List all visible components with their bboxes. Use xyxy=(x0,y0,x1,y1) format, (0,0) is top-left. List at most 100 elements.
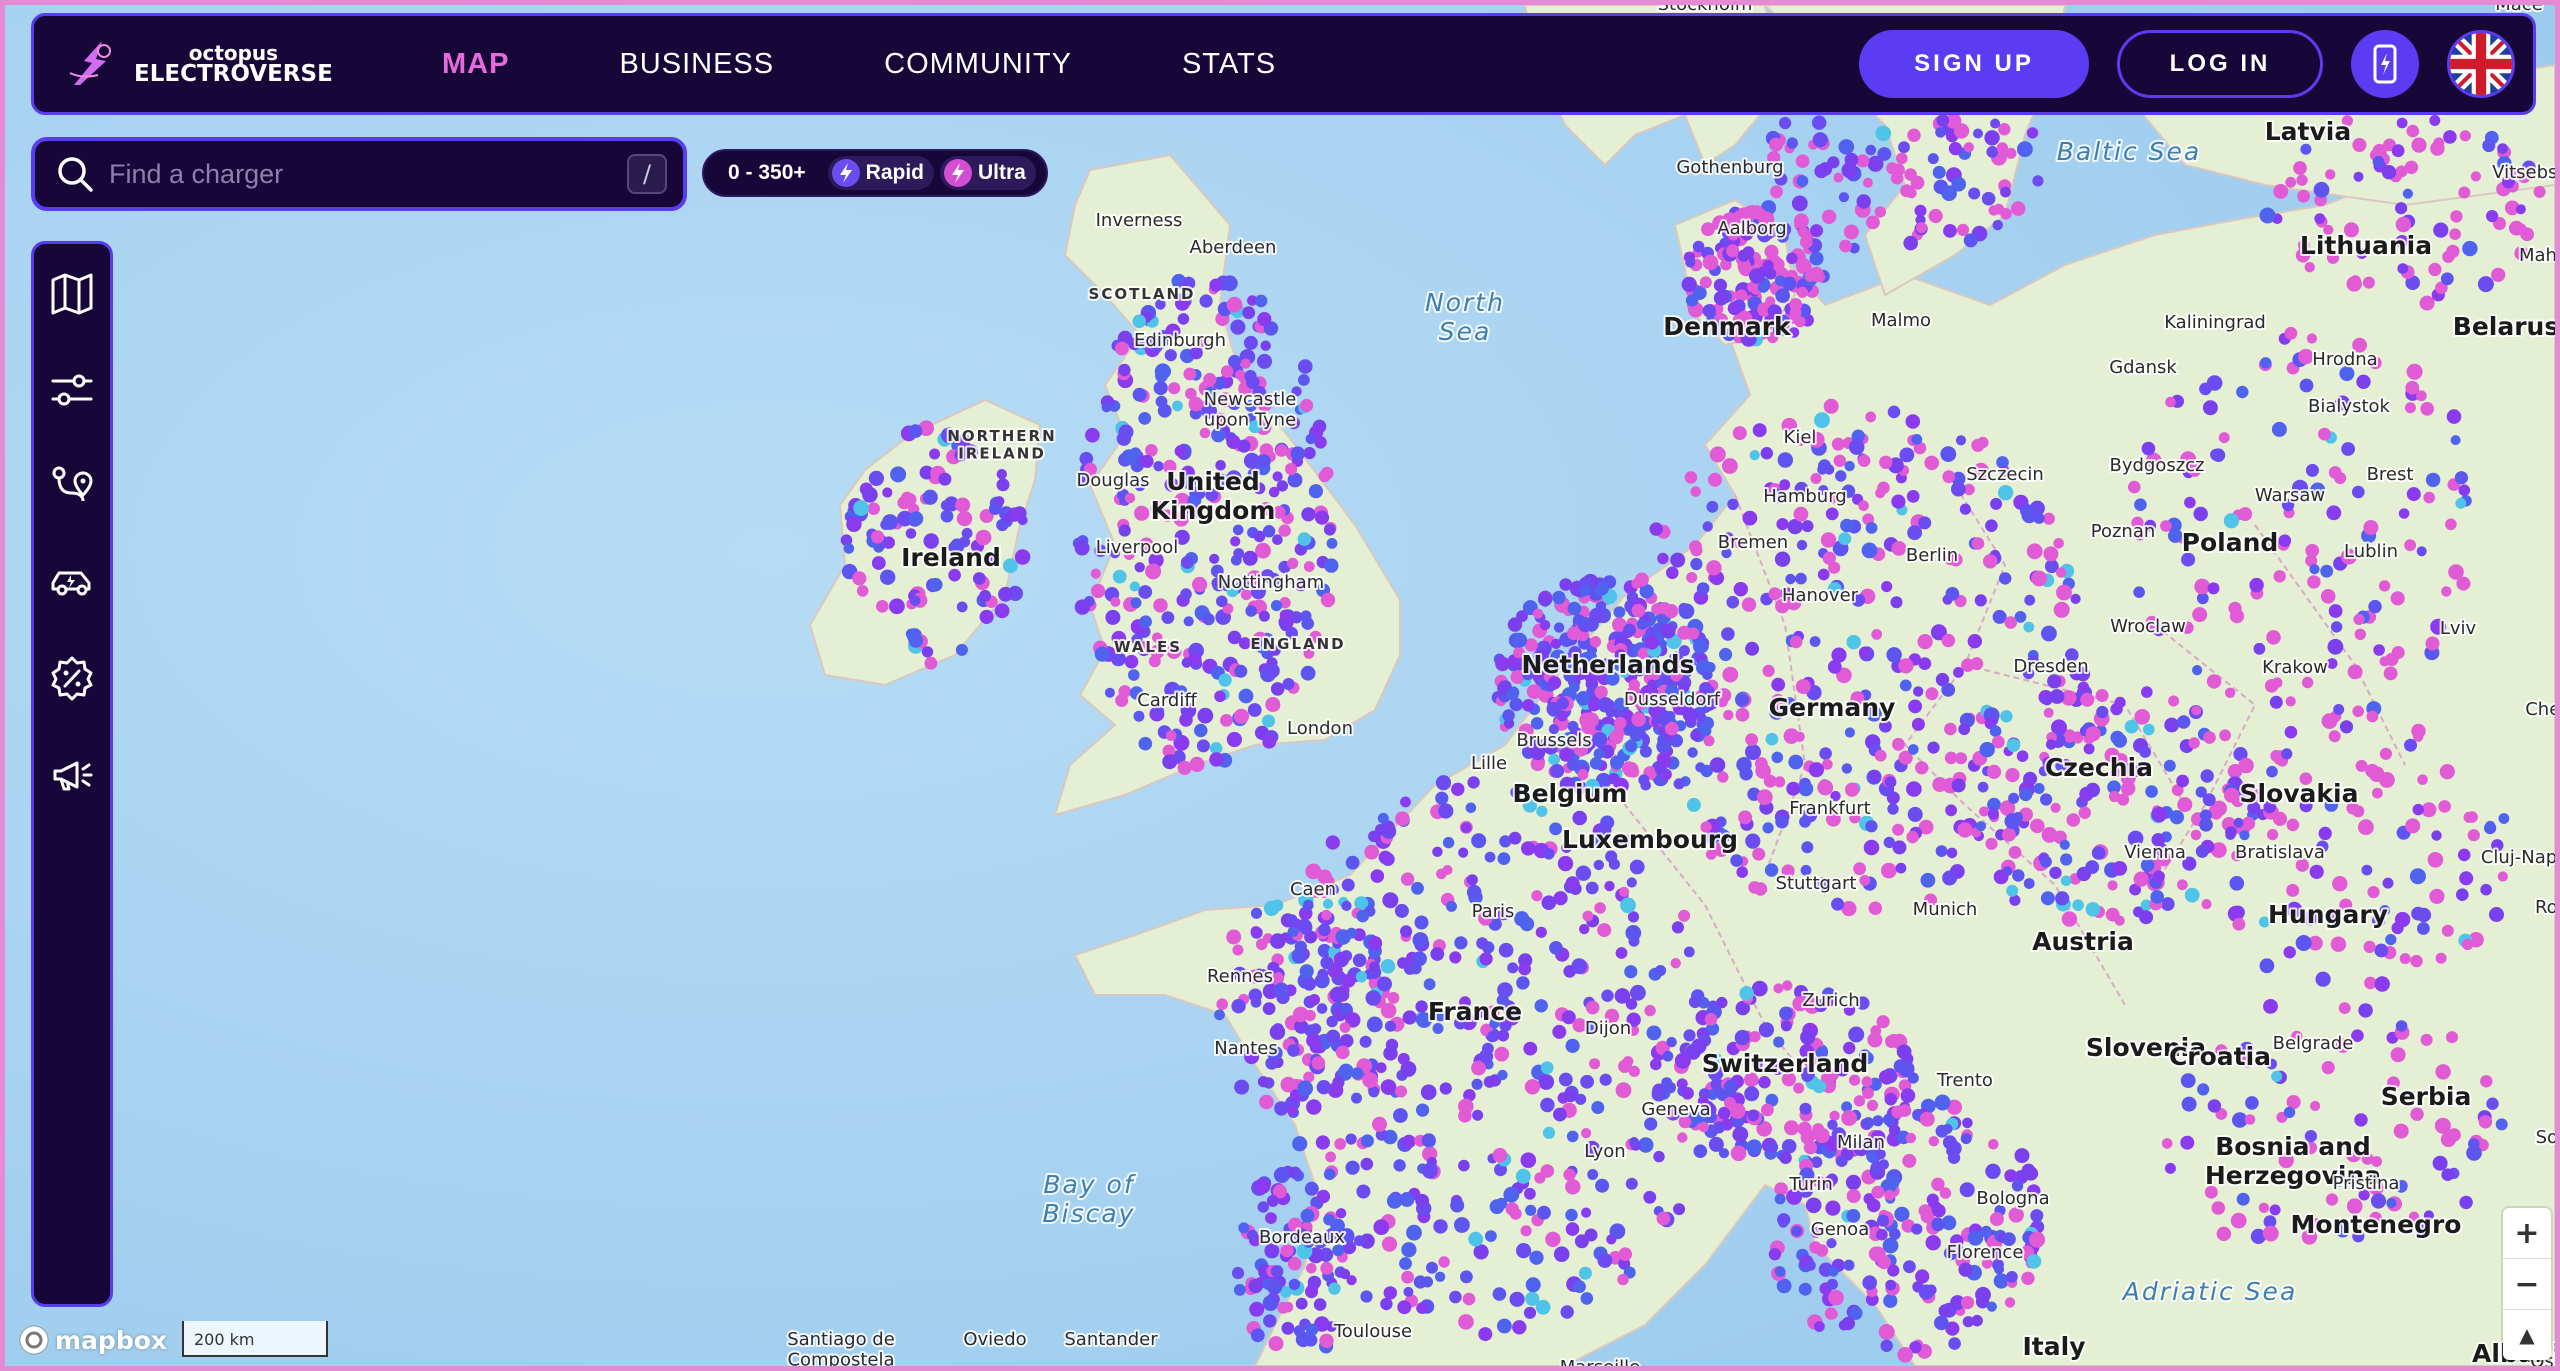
charger-marker[interactable] xyxy=(1118,363,1131,377)
charger-marker[interactable] xyxy=(1592,732,1608,747)
charger-marker[interactable] xyxy=(1585,1000,1600,1015)
charger-marker[interactable] xyxy=(2197,1083,2210,1096)
charger-marker[interactable] xyxy=(1305,1323,1319,1336)
charger-marker[interactable] xyxy=(1739,986,1754,1001)
charger-marker[interactable] xyxy=(2078,806,2091,819)
charger-marker[interactable] xyxy=(1234,1079,1250,1095)
charger-marker[interactable] xyxy=(1883,1293,1898,1308)
charger-marker[interactable] xyxy=(1345,1160,1360,1175)
sidebar-item-discounts[interactable] xyxy=(34,630,110,726)
charger-marker[interactable] xyxy=(1507,962,1519,974)
charger-marker[interactable] xyxy=(2367,886,2380,899)
charger-marker[interactable] xyxy=(1981,191,1996,206)
charger-marker[interactable] xyxy=(1666,1036,1677,1048)
charger-marker[interactable] xyxy=(1876,1015,1890,1029)
charger-marker[interactable] xyxy=(1841,1110,1857,1126)
charger-marker[interactable] xyxy=(1765,1141,1779,1154)
charger-marker[interactable] xyxy=(1576,691,1591,706)
charger-marker[interactable] xyxy=(1609,730,1624,745)
charger-marker[interactable] xyxy=(1713,278,1727,292)
charger-marker[interactable] xyxy=(1138,412,1152,425)
charger-marker[interactable] xyxy=(1808,266,1824,283)
charger-marker[interactable] xyxy=(1338,1063,1354,1079)
charger-marker[interactable] xyxy=(1745,641,1760,656)
charger-marker[interactable] xyxy=(1821,209,1837,224)
charger-marker[interactable] xyxy=(2184,496,2196,509)
charger-marker[interactable] xyxy=(2112,861,2128,876)
charger-marker[interactable] xyxy=(2425,472,2441,488)
charger-marker[interactable] xyxy=(2416,907,2432,923)
charger-marker[interactable] xyxy=(1906,830,1919,844)
charger-marker[interactable] xyxy=(2029,1231,2046,1248)
charger-marker[interactable] xyxy=(1970,657,1984,671)
charger-marker[interactable] xyxy=(1704,662,1716,673)
charger-marker[interactable] xyxy=(2374,976,2390,992)
charger-marker[interactable] xyxy=(1905,1132,1917,1144)
charger-marker[interactable] xyxy=(1881,862,1897,879)
charger-marker[interactable] xyxy=(972,572,986,585)
charger-marker[interactable] xyxy=(2008,846,2022,859)
charger-marker[interactable] xyxy=(2390,591,2405,606)
charger-marker[interactable] xyxy=(1998,123,2011,136)
charger-marker[interactable] xyxy=(1985,1163,2001,1180)
charger-marker[interactable] xyxy=(1989,725,2002,737)
charger-marker[interactable] xyxy=(2354,628,2366,640)
charger-marker[interactable] xyxy=(1814,1127,1830,1144)
charger-marker[interactable] xyxy=(1091,583,1106,599)
charger-marker[interactable] xyxy=(1858,500,1869,512)
charger-marker[interactable] xyxy=(909,595,921,606)
charger-marker[interactable] xyxy=(1726,595,1740,609)
charger-marker[interactable] xyxy=(1380,959,1396,974)
charger-marker[interactable] xyxy=(1161,611,1175,624)
charger-marker[interactable] xyxy=(1749,450,1760,461)
charger-marker[interactable] xyxy=(1801,841,1814,854)
charger-marker[interactable] xyxy=(1738,810,1753,825)
charger-marker[interactable] xyxy=(2362,276,2375,289)
charger-marker[interactable] xyxy=(1989,1212,2004,1227)
charger-marker[interactable] xyxy=(1928,1136,1940,1147)
charger-marker[interactable] xyxy=(2150,890,2164,904)
charger-marker[interactable] xyxy=(2404,160,2419,174)
charger-marker[interactable] xyxy=(1749,1031,1761,1043)
charger-marker[interactable] xyxy=(2259,207,2276,224)
charger-marker[interactable] xyxy=(1250,1328,1265,1343)
charger-marker[interactable] xyxy=(2366,710,2379,723)
charger-marker[interactable] xyxy=(1316,1080,1332,1095)
charger-marker[interactable] xyxy=(2286,818,2300,832)
charger-marker[interactable] xyxy=(1155,395,1168,408)
charger-marker[interactable] xyxy=(2417,922,2430,935)
nav-link-business[interactable]: BUSINESS xyxy=(619,48,774,81)
charger-marker[interactable] xyxy=(1941,683,1956,697)
charger-marker[interactable] xyxy=(2206,375,2223,391)
charger-marker[interactable] xyxy=(2480,1075,2493,1088)
charger-marker[interactable] xyxy=(1472,1109,1484,1121)
charger-marker[interactable] xyxy=(1690,486,1701,497)
charger-marker[interactable] xyxy=(1297,532,1312,546)
charger-marker[interactable] xyxy=(2434,1117,2451,1134)
charger-marker[interactable] xyxy=(2395,202,2408,215)
charger-marker[interactable] xyxy=(1906,490,1920,503)
charger-marker[interactable] xyxy=(1292,1006,1309,1023)
charger-marker[interactable] xyxy=(1323,1168,1336,1181)
charger-marker[interactable] xyxy=(1650,1058,1662,1071)
charger-marker[interactable] xyxy=(1300,398,1314,413)
charger-marker[interactable] xyxy=(1181,657,1192,668)
charger-marker[interactable] xyxy=(2295,935,2312,951)
charger-marker[interactable] xyxy=(1812,115,1827,130)
charger-marker[interactable] xyxy=(1218,673,1232,687)
charger-marker[interactable] xyxy=(2224,687,2236,698)
sidebar-item-announcements[interactable] xyxy=(34,726,110,822)
charger-marker[interactable] xyxy=(1302,899,1314,911)
charger-marker[interactable] xyxy=(1614,716,1627,730)
charger-marker[interactable] xyxy=(1393,1108,1408,1123)
charger-marker[interactable] xyxy=(1846,1189,1861,1203)
charger-marker[interactable] xyxy=(1589,1058,1601,1070)
charger-marker[interactable] xyxy=(1646,1025,1662,1041)
charger-marker[interactable] xyxy=(1844,152,1859,167)
charger-marker[interactable] xyxy=(2241,816,2256,831)
charger-marker[interactable] xyxy=(1732,426,1747,441)
charger-marker[interactable] xyxy=(2141,441,2156,456)
charger-marker[interactable] xyxy=(2489,907,2504,922)
charger-marker[interactable] xyxy=(2441,924,2454,937)
charger-marker[interactable] xyxy=(2330,621,2343,633)
